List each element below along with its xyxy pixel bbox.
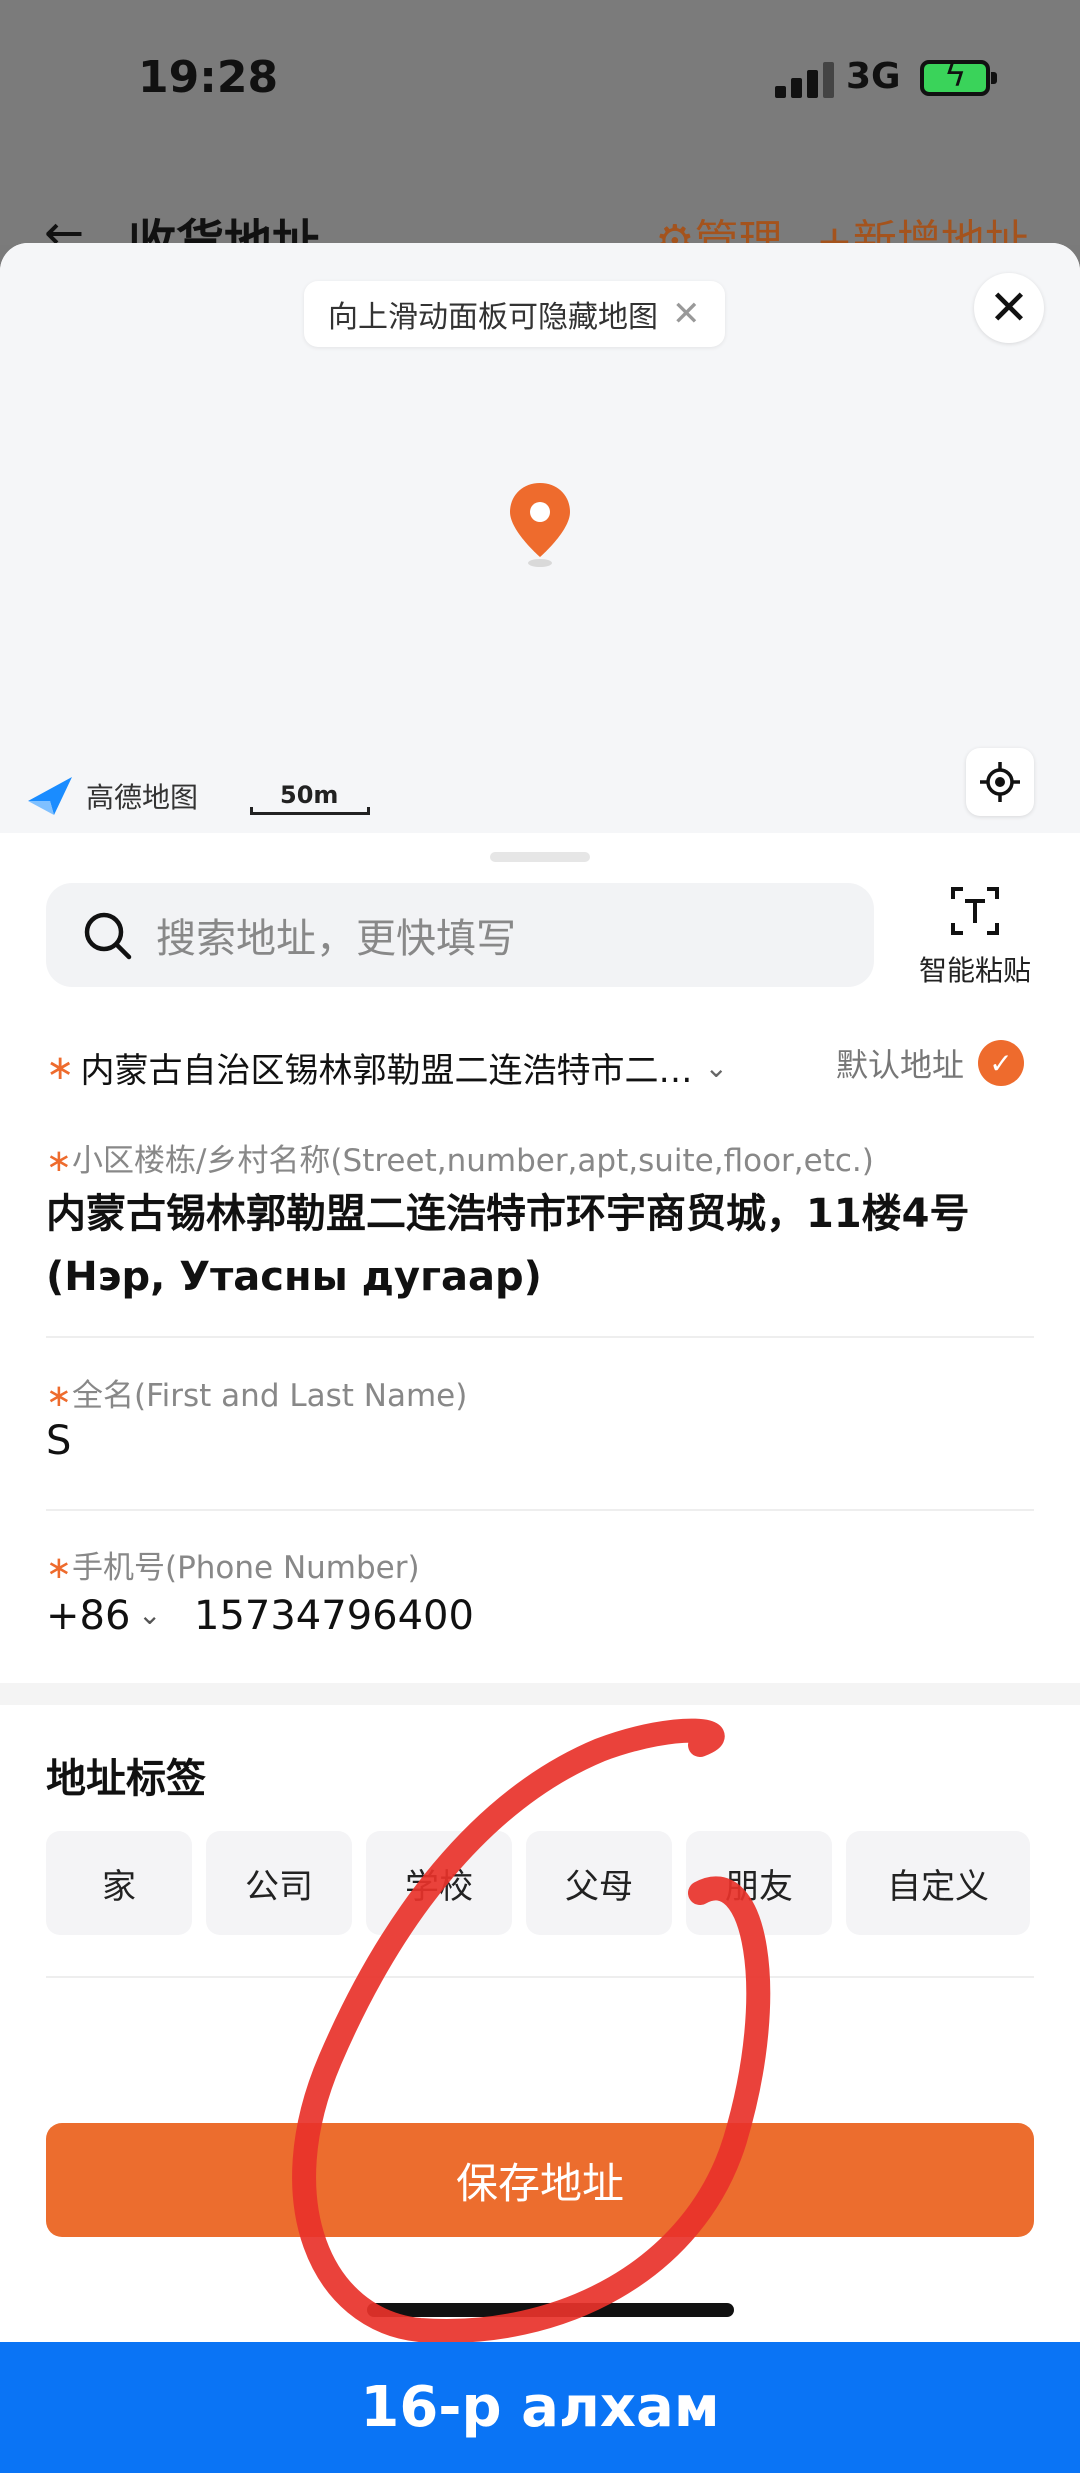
name-label: ∗全名(First and Last Name): [46, 1370, 467, 1415]
network-type: 3G: [846, 56, 901, 97]
name-input[interactable]: S: [46, 1418, 71, 1464]
required-mark: ∗: [46, 1378, 72, 1414]
phone-input[interactable]: 15734796400: [194, 1593, 474, 1639]
smart-paste-button[interactable]: 智能粘贴: [910, 883, 1040, 989]
street-label-text: 小区楼栋/乡村名称(Street,number,apt,suite,floor,…: [71, 1143, 874, 1179]
map-hint-text: 向上滑动面板可隐藏地图: [328, 300, 658, 335]
divider: [46, 1336, 1034, 1338]
step-banner: 16-р алхам: [0, 2342, 1080, 2473]
required-mark: ∗: [46, 1550, 72, 1586]
save-address-button[interactable]: 保存地址: [46, 2123, 1034, 2237]
map-scale: 50m: [250, 781, 370, 821]
tag-friends[interactable]: 朋友: [686, 1831, 832, 1935]
map-view[interactable]: 向上滑动面板可隐藏地图 ✕ ✕ 高德地图 50m: [0, 243, 1080, 833]
street-input[interactable]: 内蒙古锡林郭勒盟二连浩特市环宇商贸城，11楼4号(Нэр, Утасны дуг…: [46, 1183, 1036, 1309]
crosshair-icon: [980, 762, 1020, 802]
divider: [46, 1976, 1034, 1978]
status-bar: 19:28 3G ϟ: [0, 0, 1080, 165]
divider: [46, 1509, 1034, 1511]
address-search-input[interactable]: 搜索地址，更快填写: [46, 883, 874, 987]
address-tags-title: 地址标签: [46, 1756, 206, 1802]
required-mark: ∗: [46, 1047, 75, 1088]
manage-button[interactable]: ⚙管理: [655, 205, 782, 245]
drag-handle[interactable]: [490, 852, 590, 862]
amap-logo-icon: [28, 777, 72, 815]
street-label: ∗小区楼栋/乡村名称(Street,number,apt,suite,floor…: [46, 1135, 874, 1180]
back-arrow-icon[interactable]: ←: [44, 205, 84, 245]
section-separator: [0, 1683, 1080, 1705]
text-scan-icon: [951, 887, 999, 935]
page-title: 收货地址: [128, 215, 321, 245]
search-placeholder: 搜索地址，更快填写: [156, 916, 516, 962]
search-icon: [84, 912, 132, 960]
default-address-label: 默认地址: [836, 1046, 965, 1084]
amap-brand-text: 高德地图: [86, 781, 199, 814]
country-code-select[interactable]: +86: [46, 1593, 130, 1639]
amap-logo: 高德地图: [24, 773, 198, 819]
name-label-text: 全名(First and Last Name): [71, 1378, 468, 1414]
address-tags: 家 公司 学校 父母 朋友 自定义: [46, 1831, 1030, 1935]
region-selector[interactable]: ∗ 内蒙古自治区锡林郭勒盟二连浩特市二… ⌄: [46, 1043, 728, 1092]
status-time: 19:28: [138, 52, 279, 103]
checkmark-icon: ✓: [978, 1040, 1025, 1086]
chevron-down-icon: ⌄: [138, 1598, 162, 1631]
phone-label: ∗手机号(Phone Number): [46, 1542, 420, 1587]
map-pin-icon: [510, 483, 570, 567]
tag-home[interactable]: 家: [46, 1831, 192, 1935]
close-sheet-button[interactable]: ✕: [974, 273, 1044, 343]
battery-icon: ϟ: [920, 58, 997, 96]
home-indicator: [367, 2303, 734, 2317]
add-address-button[interactable]: +新增地址: [816, 205, 1029, 245]
default-address-toggle[interactable]: 默认地址 ✓: [836, 1040, 1025, 1086]
tag-parents[interactable]: 父母: [526, 1831, 672, 1935]
hint-close-icon[interactable]: ✕: [672, 294, 701, 334]
tag-company[interactable]: 公司: [206, 1831, 352, 1935]
map-scale-label: 50m: [280, 781, 339, 809]
edit-address-sheet: 向上滑动面板可隐藏地图 ✕ ✕ 高德地图 50m 搜索地址，更快填写 智能粘贴 …: [0, 243, 1080, 2342]
region-value: 内蒙古自治区锡林郭勒盟二连浩特市二…: [80, 1051, 693, 1091]
address-list-header: ← 收货地址 ⚙管理 +新增地址: [0, 165, 1080, 245]
phone-label-text: 手机号(Phone Number): [71, 1550, 420, 1586]
map-hint-tooltip: 向上滑动面板可隐藏地图 ✕: [304, 281, 725, 347]
required-mark: ∗: [46, 1143, 72, 1179]
chevron-down-icon: ⌄: [704, 1051, 728, 1084]
tag-school[interactable]: 学校: [366, 1831, 512, 1935]
locate-button[interactable]: [966, 748, 1034, 816]
signal-icon: [775, 60, 835, 98]
map-scale-bar: [250, 807, 370, 815]
smart-paste-label: 智能粘贴: [918, 954, 1031, 987]
tag-custom[interactable]: 自定义: [846, 1831, 1030, 1935]
